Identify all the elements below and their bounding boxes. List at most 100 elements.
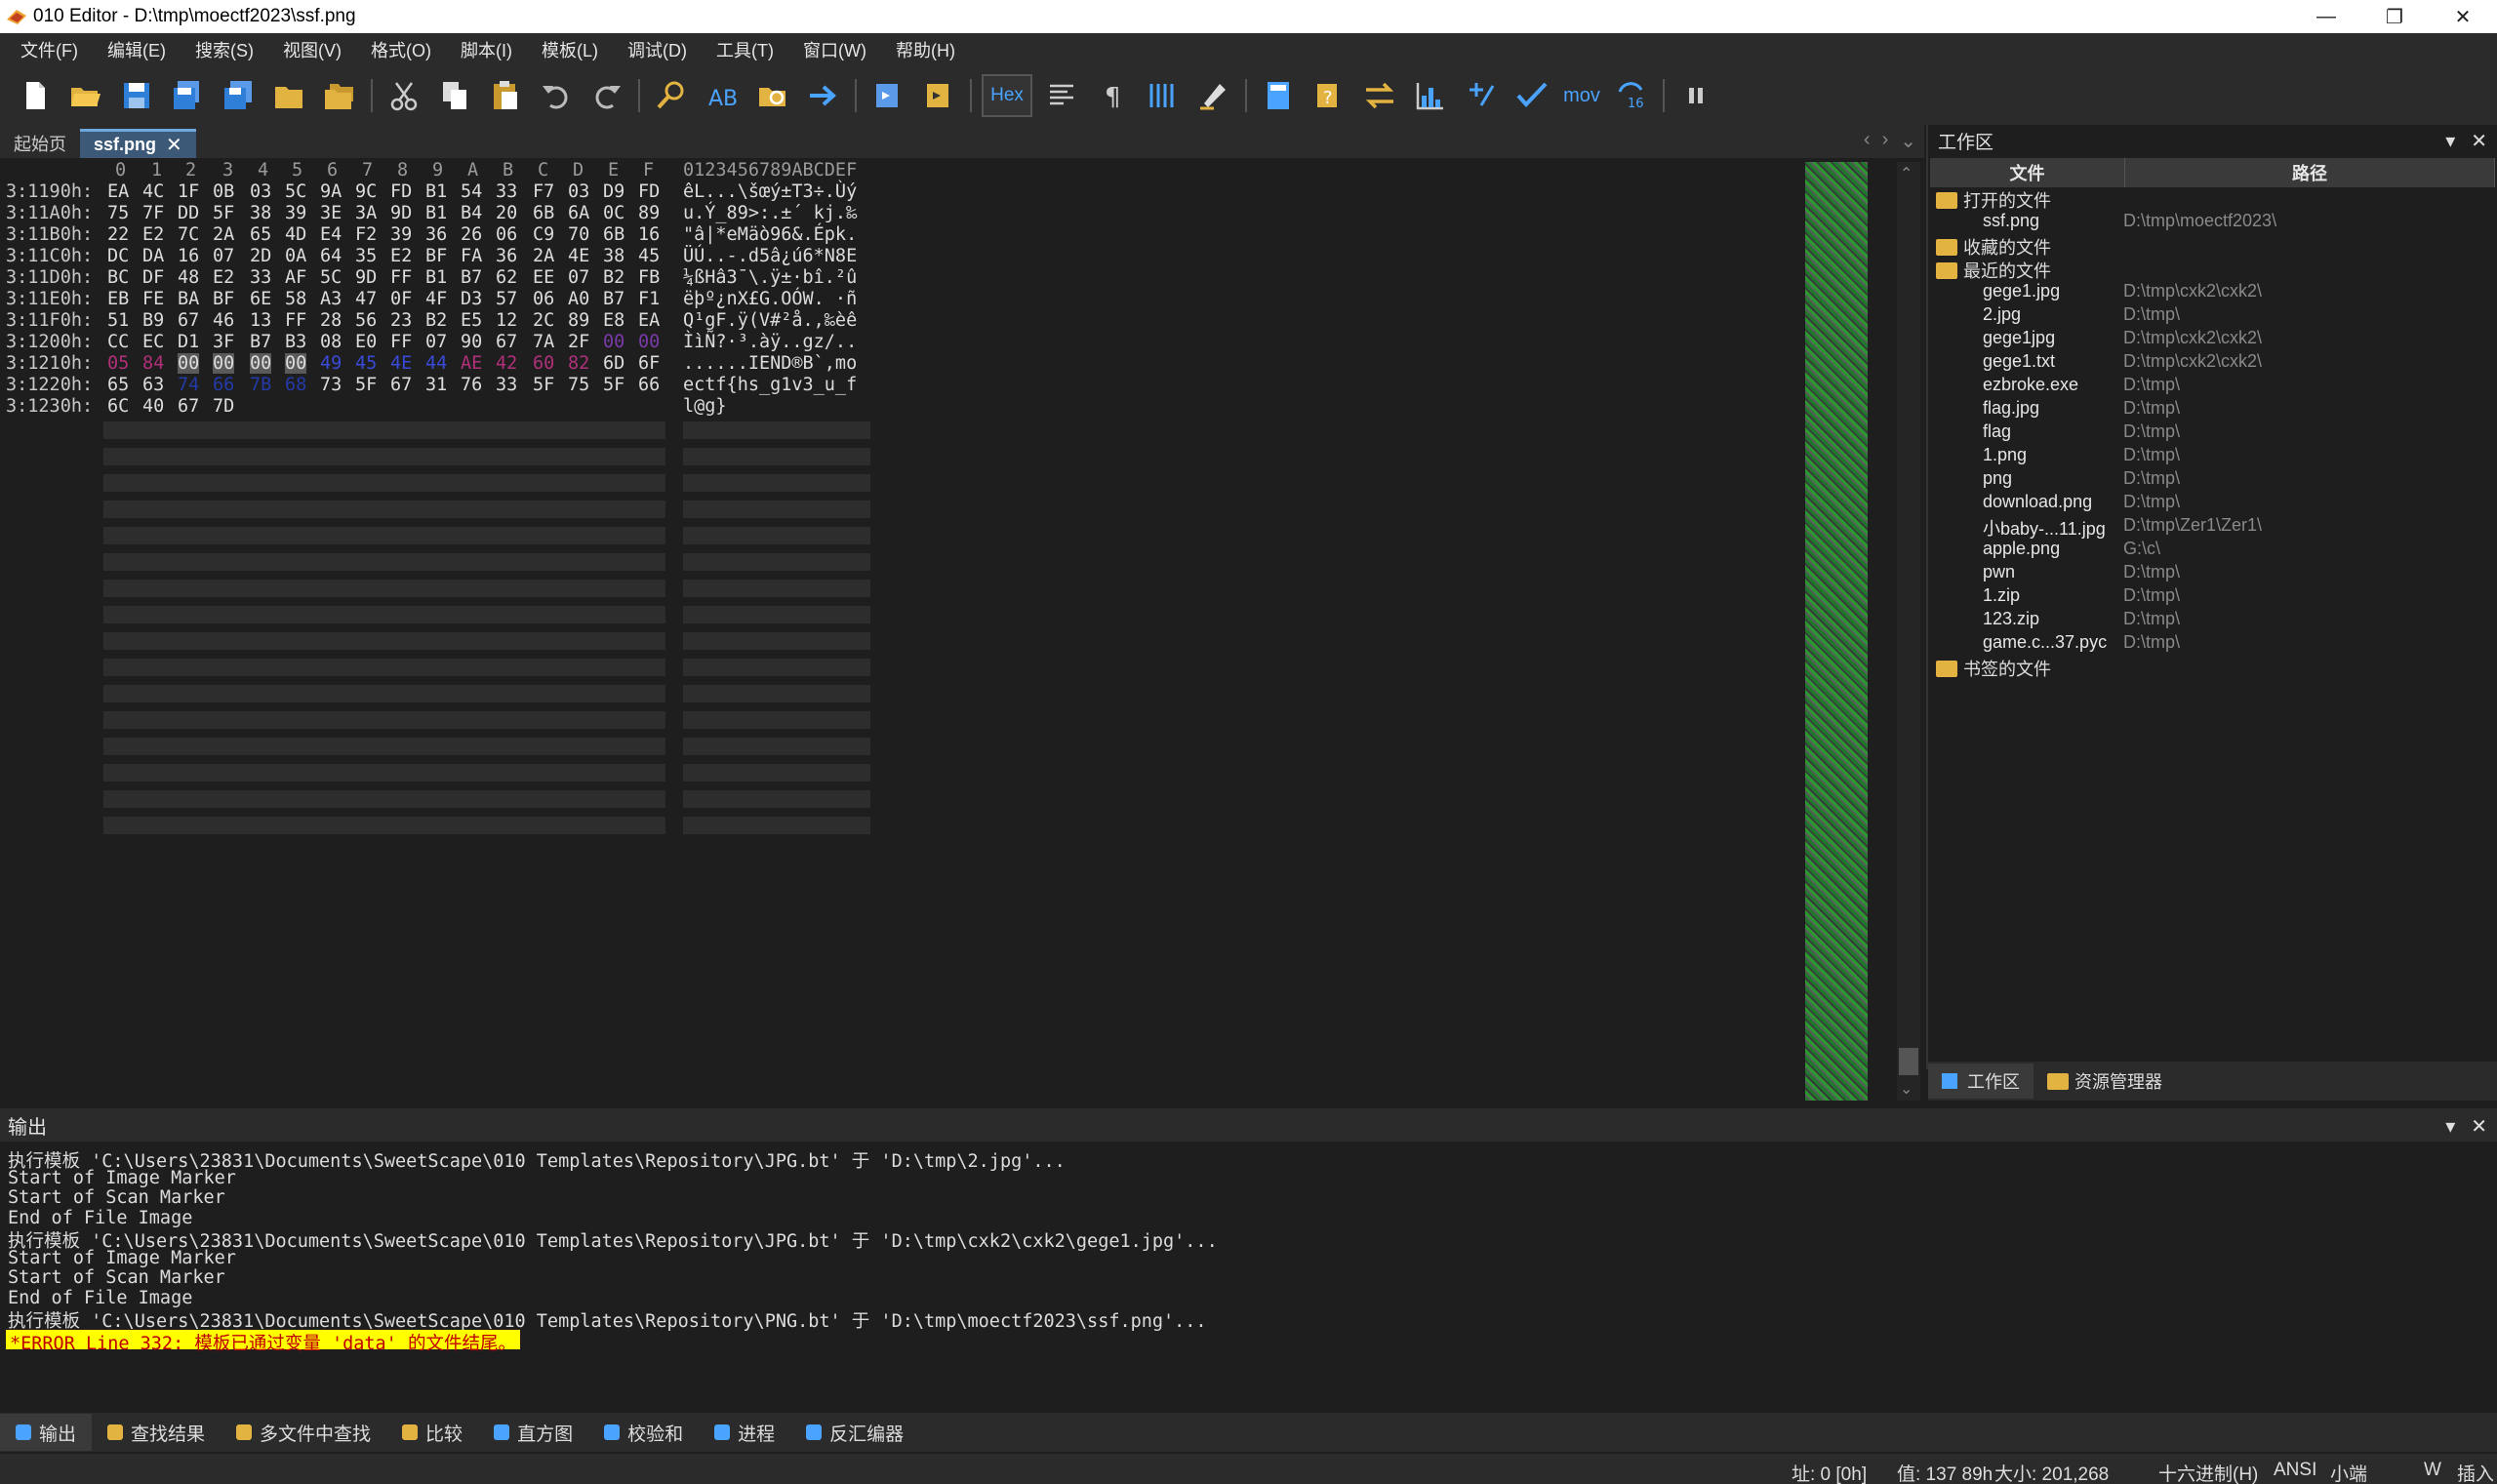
hex-byte[interactable]: 67 — [390, 375, 412, 395]
hex-byte[interactable]: D3 — [461, 289, 482, 309]
hex-byte[interactable]: EA — [638, 310, 660, 331]
chevron-right-icon[interactable]: › — [1882, 129, 1889, 153]
highlight-button[interactable] — [1191, 73, 1236, 118]
menu-help[interactable]: 帮助(H) — [881, 37, 970, 62]
hex-byte[interactable]: 67 — [496, 332, 517, 352]
hex-byte[interactable]: 3E — [320, 203, 342, 223]
hex-byte[interactable]: FD — [390, 181, 412, 202]
hex-byte[interactable]: E4 — [320, 224, 342, 245]
tab-ssf-png[interactable]: ssf.png ✕ — [80, 129, 196, 158]
hex-byte[interactable]: 16 — [178, 246, 199, 266]
tab-histogram[interactable]: 直方图 — [478, 1414, 588, 1451]
chevron-left-icon[interactable]: ‹ — [1864, 129, 1871, 153]
hex-byte[interactable]: 39 — [285, 203, 306, 223]
hex-byte[interactable]: 65 — [250, 224, 271, 245]
menu-view[interactable]: 视图(V) — [268, 37, 356, 62]
hex-byte[interactable]: D9 — [603, 181, 624, 202]
hex-byte[interactable]: 33 — [496, 181, 517, 202]
hex-byte[interactable]: CC — [107, 332, 129, 352]
hex-byte[interactable]: 6B — [603, 224, 624, 245]
hex-byte[interactable]: B7 — [461, 267, 482, 288]
hex-byte[interactable]: 40 — [142, 396, 164, 417]
hex-byte[interactable]: 06 — [533, 289, 554, 309]
close-tab-icon[interactable]: ✕ — [166, 133, 182, 157]
group-recent-files[interactable]: 最近的文件 — [1936, 258, 2051, 281]
hex-byte[interactable]: E2 — [142, 224, 164, 245]
hex-byte[interactable]: 48 — [178, 267, 199, 288]
hex-byte[interactable]: F7 — [533, 181, 554, 202]
hex-byte[interactable]: BA — [178, 289, 199, 309]
recent-file-item[interactable]: 1.zip D:\tmp\ — [1928, 585, 2494, 609]
hex-byte[interactable]: 0C — [603, 203, 624, 223]
restore-button[interactable]: ❐ — [2360, 0, 2429, 33]
hex-byte[interactable]: 47 — [355, 289, 377, 309]
hex-byte[interactable]: EC — [142, 332, 164, 352]
find-in-files-button[interactable] — [750, 73, 795, 118]
hex-byte[interactable]: F1 — [638, 289, 660, 309]
ascii-text[interactable]: ÌìÑ?·³.àÿ..gz/.. — [683, 332, 857, 352]
column-file[interactable]: 文件 — [1930, 158, 2125, 187]
hex-byte[interactable]: 42 — [496, 353, 517, 374]
hex-byte[interactable]: 56 — [355, 310, 377, 331]
vertical-scrollbar[interactable]: ⌃ ⌄ — [1897, 162, 1920, 1101]
recent-file-item[interactable]: gege1.jpg D:\tmp\cxk2\cxk2\ — [1928, 281, 2494, 304]
hex-byte[interactable]: 7A — [533, 332, 554, 352]
hex-byte[interactable]: 00 — [213, 353, 235, 374]
replace-button[interactable]: AB — [700, 73, 745, 118]
tab-process[interactable]: 进程 — [699, 1414, 790, 1451]
hex-byte[interactable]: 67 — [178, 310, 199, 331]
base-convert-button[interactable]: 16 — [1609, 73, 1654, 118]
hex-byte[interactable]: DC — [107, 246, 129, 266]
hex-byte[interactable]: 20 — [496, 203, 517, 223]
menu-template[interactable]: 模板(L) — [527, 37, 613, 62]
hex-byte[interactable]: E0 — [355, 332, 377, 352]
hex-byte[interactable]: B2 — [425, 310, 447, 331]
hex-byte[interactable]: B9 — [142, 310, 164, 331]
hex-byte[interactable]: 64 — [320, 246, 342, 266]
hex-byte[interactable]: 06 — [496, 224, 517, 245]
calculator-button[interactable] — [1256, 73, 1301, 118]
pause-button[interactable] — [1673, 73, 1718, 118]
hex-byte[interactable]: 33 — [250, 267, 271, 288]
hex-byte[interactable]: 7D — [213, 396, 234, 417]
hex-byte[interactable]: 3A — [355, 203, 377, 223]
save-as-button[interactable] — [165, 73, 210, 118]
recent-file-item[interactable]: pwn D:\tmp\ — [1928, 562, 2494, 585]
ascii-text[interactable]: ëþº¿nX£G.OÓW. ·ñ — [683, 289, 857, 309]
hex-byte[interactable]: 54 — [461, 181, 482, 202]
hex-byte[interactable]: B3 — [285, 332, 306, 352]
hex-byte[interactable]: 7B — [250, 375, 271, 395]
hex-byte[interactable]: B7 — [603, 289, 624, 309]
hex-byte[interactable]: 75 — [107, 203, 129, 223]
close-panel-icon[interactable]: ✕ — [2471, 1114, 2487, 1139]
hex-byte[interactable]: 6C — [107, 396, 129, 417]
hex-byte[interactable]: 6D — [603, 353, 624, 374]
hex-byte[interactable]: 45 — [355, 353, 377, 374]
cut-button[interactable] — [382, 73, 426, 118]
hex-byte[interactable]: 2C — [533, 310, 554, 331]
hex-byte[interactable]: 5C — [285, 181, 306, 202]
run-script-button[interactable] — [866, 73, 910, 118]
recent-file-item[interactable]: 123.zip D:\tmp\ — [1928, 609, 2494, 632]
hex-byte[interactable]: 51 — [107, 310, 129, 331]
group-open-files[interactable]: 打开的文件 — [1936, 187, 2051, 211]
hex-byte[interactable]: DF — [142, 267, 164, 288]
hex-byte[interactable]: 49 — [320, 353, 342, 374]
redo-button[interactable] — [584, 73, 629, 118]
hex-byte[interactable]: 9C — [355, 181, 377, 202]
hex-byte[interactable]: 65 — [107, 375, 129, 395]
hex-byte[interactable]: 12 — [496, 310, 517, 331]
hex-byte[interactable]: 2D — [250, 246, 271, 266]
hex-byte[interactable]: 7F — [142, 203, 164, 223]
compare-button[interactable] — [1357, 73, 1402, 118]
hex-byte[interactable]: 89 — [568, 310, 589, 331]
hex-byte[interactable]: 16 — [638, 224, 660, 245]
hex-byte[interactable]: A0 — [568, 289, 589, 309]
hex-byte[interactable]: 60 — [533, 353, 554, 374]
hex-byte[interactable]: 45 — [638, 246, 660, 266]
hex-byte[interactable]: BC — [107, 267, 129, 288]
hex-byte[interactable]: 00 — [250, 353, 272, 374]
hex-byte[interactable]: FB — [638, 267, 660, 288]
hex-byte[interactable]: EE — [533, 267, 554, 288]
inspector-button[interactable]: ? — [1307, 73, 1351, 118]
